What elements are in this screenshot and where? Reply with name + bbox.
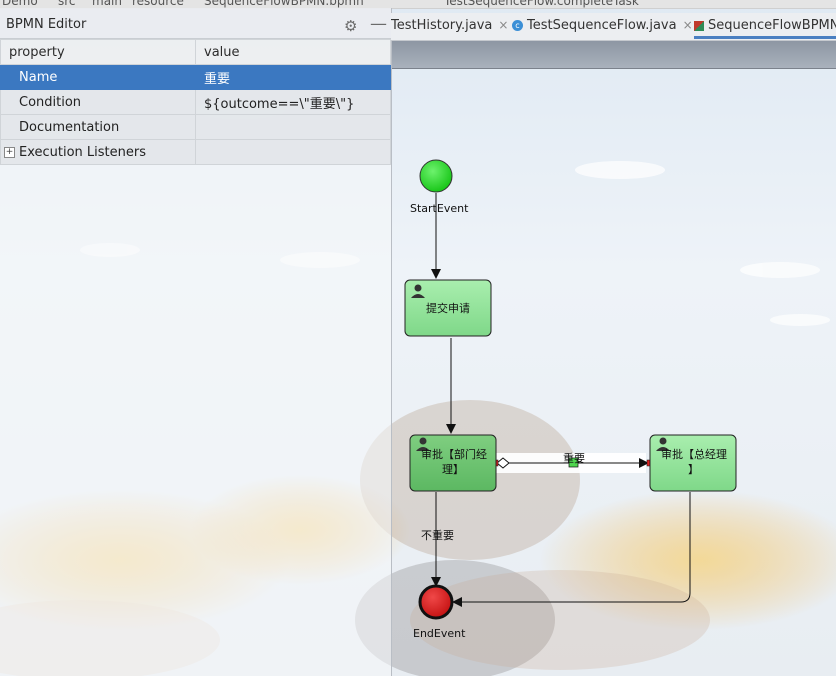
value-cell[interactable]: ${outcome==\"重要\"} <box>195 89 391 115</box>
flow-label-not-important[interactable]: 不重要 <box>421 528 454 542</box>
diagram-toolbar-band <box>391 41 836 69</box>
start-event-label: StartEvent <box>410 202 469 215</box>
property-name: Documentation <box>19 119 120 135</box>
column-header-value[interactable]: value <box>195 39 391 65</box>
task-label-line2: 理】 <box>442 463 464 476</box>
table-row[interactable]: Name 重要 <box>0 64 391 90</box>
value-cell[interactable] <box>195 139 391 165</box>
table-row[interactable]: + Execution Listeners <box>0 139 391 165</box>
start-event[interactable] <box>419 159 453 193</box>
property-name: Name <box>19 69 58 85</box>
task-label-line1: 审批【部门经 <box>421 447 487 461</box>
table-row[interactable]: Documentation <box>0 114 391 140</box>
column-header-property[interactable]: property <box>0 39 196 65</box>
tab-label: TestHistory.java <box>391 18 493 33</box>
tab-sequenceflowbpmn[interactable]: SequenceFlowBPMN.b <box>694 18 836 39</box>
breadcrumb-item[interactable]: main <box>92 0 122 8</box>
tab-label: TestSequenceFlow.java <box>527 18 677 33</box>
property-name: Condition <box>19 94 82 110</box>
value-cell[interactable] <box>195 114 391 140</box>
flow-label-important[interactable]: 重要 <box>563 451 585 465</box>
editor-tabs: TestHistory.java × c TestSequenceFlow.java… <box>391 13 836 41</box>
breadcrumb-item[interactable]: resource <box>132 0 184 8</box>
breadcrumb-item[interactable]: Demo <box>2 0 38 8</box>
property-cell[interactable]: Name <box>0 64 196 90</box>
breadcrumb-item[interactable]: src <box>58 0 76 8</box>
properties-table: property value Name 重要 Condition ${outco… <box>0 39 391 165</box>
table-row[interactable]: Condition ${outcome==\"重要\"} <box>0 89 391 115</box>
flow-gm-to-end[interactable] <box>452 492 691 607</box>
property-cell[interactable]: + Execution Listeners <box>0 139 196 165</box>
bpmn-diagram-canvas[interactable]: 重要 不重要 StartEvent 提交申请 审批【部门经 理】 审批【总经理 … <box>391 68 836 676</box>
property-cell[interactable]: Documentation <box>0 114 196 140</box>
close-icon[interactable]: × <box>498 18 508 32</box>
property-cell[interactable]: Condition <box>0 89 196 115</box>
end-event-label: EndEvent <box>413 627 466 640</box>
close-icon[interactable]: × <box>683 18 693 32</box>
minimize-icon[interactable]: — <box>370 14 387 34</box>
expand-icon[interactable]: + <box>4 146 15 158</box>
value-cell[interactable]: 重要 <box>195 64 391 90</box>
breadcrumb-item[interactable]: SequenceFlowBPMN.bpmn <box>204 0 364 8</box>
task-label-line1: 审批【总经理 <box>661 447 727 461</box>
property-name: Execution Listeners <box>19 144 147 160</box>
panel-title: BPMN Editor <box>6 17 87 32</box>
tab-testhistory[interactable]: TestHistory.java × <box>391 18 508 33</box>
breadcrumb-item[interactable]: TestSequenceFlow.completeTask <box>444 0 639 8</box>
task-label: 提交申请 <box>426 301 470 315</box>
task-label-line2: 】 <box>688 463 699 476</box>
tab-testsequenceflow[interactable]: c TestSequenceFlow.java × <box>512 18 693 33</box>
table-header-row: property value <box>0 39 391 65</box>
end-event[interactable] <box>418 584 454 620</box>
panel-header: BPMN Editor ⚙ — <box>0 8 391 39</box>
bpmn-file-icon <box>694 20 704 31</box>
gear-icon[interactable]: ⚙ <box>344 17 357 35</box>
java-class-icon: c <box>512 20 523 31</box>
tab-label: SequenceFlowBPMN.b <box>708 18 836 33</box>
